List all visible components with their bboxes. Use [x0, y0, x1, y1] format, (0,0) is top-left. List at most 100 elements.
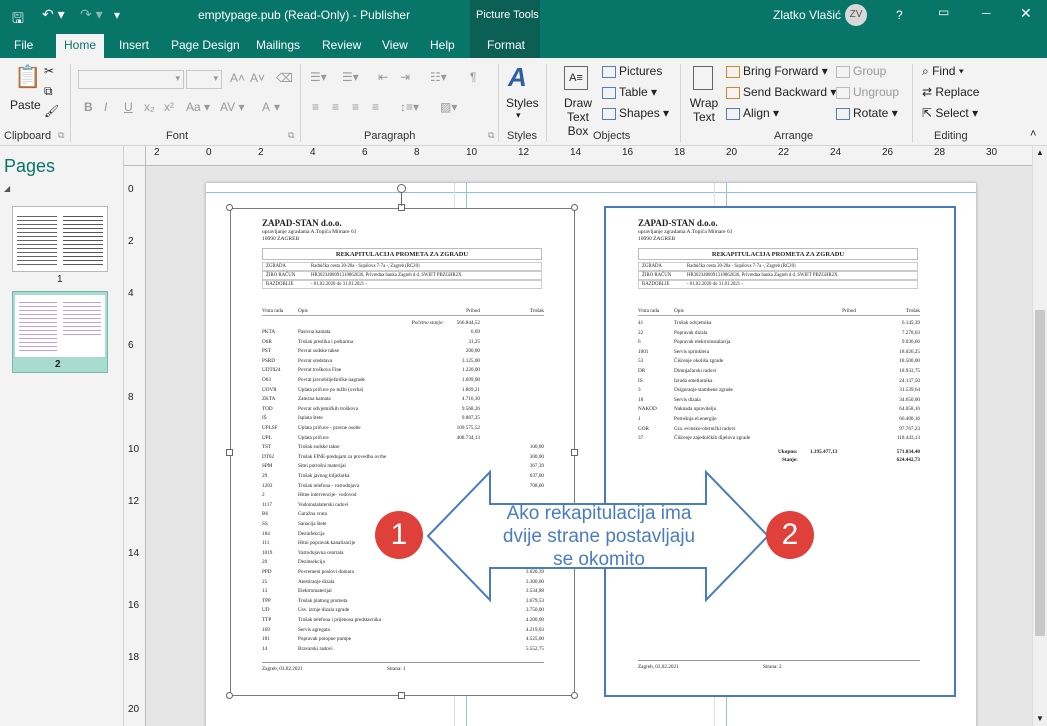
bullets-icon[interactable]: ☰▾ — [310, 70, 327, 84]
resize-handle-sw[interactable] — [226, 692, 233, 699]
align-left-icon[interactable]: ≡ — [312, 100, 319, 114]
customize-qat-icon[interactable]: ▾ — [114, 8, 120, 22]
avatar[interactable]: ZV — [845, 4, 867, 26]
align-center-icon[interactable]: ≡ — [332, 100, 339, 114]
group-button[interactable]: Group — [836, 64, 886, 78]
paragraph-launcher-icon[interactable]: ⧉ — [488, 130, 494, 141]
copy-icon[interactable]: ⧉ — [44, 84, 53, 99]
decrease-indent-icon[interactable]: ⇤ — [378, 70, 388, 84]
close-button[interactable]: ✕ — [1020, 5, 1032, 22]
cut-icon[interactable]: ✂ — [44, 64, 54, 78]
align-button[interactable]: Align ▾ — [726, 106, 779, 120]
italic-button[interactable]: I — [104, 100, 107, 114]
wrap-text-icon[interactable] — [693, 66, 713, 90]
shading-icon[interactable]: ▨▾ — [440, 100, 457, 114]
save-icon[interactable]: 🖫 — [12, 8, 24, 32]
increase-indent-icon[interactable]: ⇥ — [400, 70, 410, 84]
tab-insert[interactable]: Insert — [119, 38, 149, 52]
bring-forward-button[interactable]: Bring Forward ▾ — [726, 64, 828, 78]
styles-button[interactable]: Styles — [506, 96, 539, 110]
styles-dropdown-icon[interactable]: ▾ — [516, 110, 521, 121]
resize-handle-nw[interactable] — [226, 204, 233, 211]
vertical-ruler[interactable]: 0 2 4 6 8 10 12 14 16 18 20 — [124, 166, 146, 726]
tab-file[interactable]: File — [14, 38, 33, 52]
rotate-button[interactable]: Rotate ▾ — [836, 106, 898, 120]
ungroup-button[interactable]: Ungroup — [836, 85, 899, 99]
tab-format[interactable]: Format — [487, 38, 525, 52]
format-painter-icon[interactable]: 🖌 — [44, 104, 59, 118]
redo-icon[interactable]: ↷ ▾ — [80, 6, 103, 23]
justify-icon[interactable]: ≡ — [372, 100, 379, 114]
replace-button[interactable]: ⇄ Replace — [922, 85, 979, 99]
change-case-icon[interactable]: Aa ▾ — [186, 100, 210, 114]
minimize-button[interactable]: ─ — [982, 6, 991, 20]
numbering-icon[interactable]: ☰▾ — [342, 70, 359, 84]
tab-mailings[interactable]: Mailings — [256, 38, 300, 52]
recap-page-2-picture[interactable]: ZAPAD-STAN d.o.o. upravljanje zgradama A.… — [604, 206, 956, 697]
character-spacing-icon[interactable]: AV ▾ — [220, 100, 244, 114]
tab-review[interactable]: Review — [322, 38, 361, 52]
text-box-icon[interactable]: A≡ — [564, 66, 588, 90]
horizontal-ruler[interactable]: 2 0 2 4 6 8 10 12 14 16 18 20 22 24 26 28 30 — [146, 146, 1032, 166]
undo-icon[interactable]: ↶ ▾ — [42, 6, 65, 23]
collapse-triangle-icon[interactable]: ◢ — [4, 184, 10, 193]
vertical-scrollbar[interactable]: ▲ ▼ — [1032, 146, 1047, 726]
resize-handle-s[interactable] — [398, 692, 405, 699]
ribbon-display-icon[interactable]: ▭ — [938, 5, 949, 19]
collapse-ribbon-icon[interactable]: ˄ — [1030, 128, 1036, 140]
font-color-button[interactable]: A — [262, 100, 270, 114]
tab-page-design[interactable]: Page Design — [171, 38, 240, 52]
rotate-handle[interactable] — [397, 184, 406, 193]
paste-icon[interactable]: 📋 — [14, 64, 41, 90]
row-description: Dezinsekcija — [298, 559, 325, 566]
page-thumbnail-1[interactable] — [12, 206, 108, 272]
select-button[interactable]: ⇱ Select ▾ — [922, 106, 978, 120]
paragraph-marks-icon[interactable]: ¶ — [470, 70, 476, 84]
shapes-button[interactable]: Shapes ▾ — [602, 106, 669, 120]
table-row: IS Izrada smetlarnika 24.137,50 — [638, 378, 920, 387]
resize-handle-e[interactable] — [571, 449, 578, 456]
table-row: DT62 Trošak FINE-predujam za provedbu ovr… — [262, 454, 544, 463]
table-row: GOR Gra. evinsko-obrtnički radovi 97.767,2… — [638, 426, 920, 435]
pictures-button[interactable]: Pictures — [602, 64, 662, 78]
send-backward-button[interactable]: Send Backward ▾ — [726, 85, 836, 99]
row-description: Garažna vrata — [298, 511, 327, 518]
bold-button[interactable]: B — [84, 100, 93, 114]
clear-formatting-icon[interactable]: ⌫ — [276, 71, 293, 85]
recap-page-1-picture[interactable]: ZAPAD-STAN d.o.o. upravljanje zgradama A.… — [230, 208, 575, 696]
line-spacing-icon[interactable]: ↕≡▾ — [400, 100, 419, 114]
superscript-button[interactable]: x² — [164, 100, 174, 114]
shrink-font-icon[interactable]: A˅ — [250, 71, 265, 85]
paste-button[interactable]: Paste — [10, 98, 41, 112]
underline-button[interactable]: U — [124, 100, 133, 114]
styles-icon[interactable]: A — [508, 62, 527, 93]
subscript-button[interactable]: x₂ — [144, 100, 155, 114]
page-thumbnail-2-selected[interactable]: 2 — [12, 291, 108, 373]
resize-handle-se[interactable] — [571, 692, 578, 699]
document-workspace[interactable]: ZAPAD-STAN d.o.o. upravljanje zgradama A.… — [146, 166, 1032, 726]
tab-home[interactable]: Home — [56, 34, 105, 58]
grow-font-icon[interactable]: A˄ — [230, 71, 245, 85]
font-launcher-icon[interactable]: ⧉ — [288, 130, 294, 141]
font-color-dropdown-icon[interactable]: ▾ — [274, 100, 280, 114]
help-button[interactable]: ? — [896, 8, 903, 22]
ruler-v-label: 8 — [128, 392, 134, 403]
align-right-icon[interactable]: ≡ — [352, 100, 359, 114]
clipboard-launcher-icon[interactable]: ⧉ — [58, 130, 64, 141]
tab-view[interactable]: View — [382, 38, 408, 52]
tab-help[interactable]: Help — [430, 38, 455, 52]
font-size-combo[interactable]: ▾ — [186, 70, 222, 89]
font-name-combo[interactable]: ▾ — [78, 70, 184, 89]
user-name[interactable]: Zlatko Vlašić — [773, 8, 841, 22]
row-description: Uplata pričuve - pravne osobe — [298, 425, 361, 431]
resize-handle-w[interactable] — [226, 449, 233, 456]
find-button[interactable]: ⌕ Find ▾ — [922, 64, 964, 79]
wrap-text-button[interactable]: Wrap Text — [688, 96, 720, 124]
scroll-down-icon[interactable]: ▼ — [1036, 714, 1044, 723]
scroll-thumb[interactable] — [1035, 310, 1045, 636]
columns-icon[interactable]: ☷▾ — [430, 70, 447, 84]
draw-text-box-button[interactable]: Draw Text Box — [563, 96, 593, 138]
scroll-up-icon[interactable]: ▲ — [1036, 148, 1044, 157]
resize-handle-ne[interactable] — [571, 204, 578, 211]
table-button[interactable]: Table ▾ — [602, 85, 657, 99]
